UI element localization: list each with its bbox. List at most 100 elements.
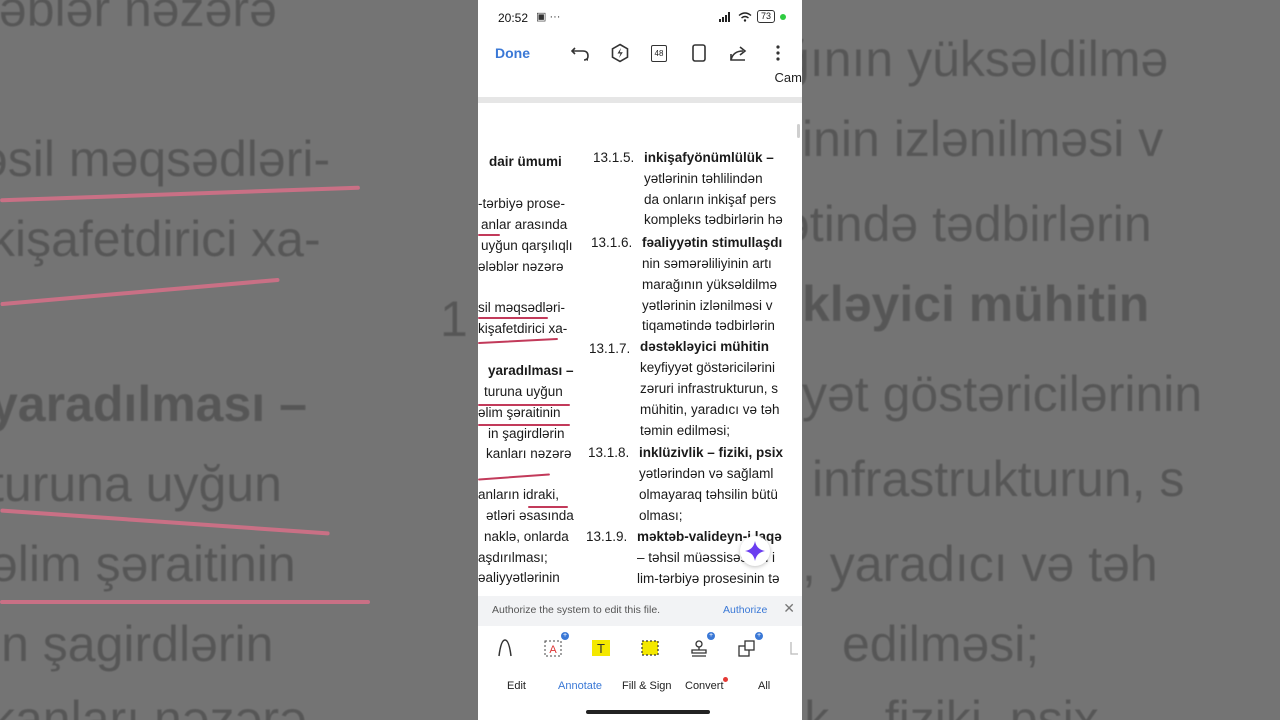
phone-screen: 20:52 ▣ ··· 73 Done 48 Cam dair ümumi -t…: [478, 0, 802, 720]
bg-dim-overlay: [802, 0, 1280, 720]
clause-text: yətlərinin təhlilindən: [644, 171, 763, 186]
ai-assistant-button[interactable]: [740, 536, 770, 566]
signal-icon: [718, 11, 730, 22]
doc-text: uyğun qarşılıqlı: [481, 238, 573, 253]
doc-text: ətləri əsasında: [486, 508, 574, 523]
clause-heading: dəstəkləyici mühitin: [640, 339, 770, 354]
doc-text: -tərbiyə prose-: [478, 196, 566, 211]
background-left: ələblər nəzərə əsil məqsədləri- kişafetd…: [0, 0, 478, 720]
doc-text: naklə, onlarda: [484, 529, 569, 544]
status-left-icons: ▣ ···: [536, 11, 561, 23]
doc-text: yaradılması –: [488, 363, 574, 378]
doc-text: dair ümumi: [489, 154, 562, 169]
doc-text: aşdırılması;: [478, 550, 548, 565]
clause-text: keyfiyyət göstəricilərini: [640, 360, 776, 375]
tab-all[interactable]: All: [758, 680, 770, 692]
area-highlight-tool-icon[interactable]: [638, 636, 662, 660]
page-count: 48: [651, 44, 667, 62]
editor-toolbar: Done 48: [478, 36, 802, 70]
doc-text: əlim şəraitinin: [478, 405, 561, 420]
page-count-icon[interactable]: 48: [648, 42, 670, 64]
ink-annotation[interactable]: [528, 506, 568, 508]
quick-action-icon[interactable]: [609, 42, 631, 64]
clause-text: da onların inkişaf pers: [644, 192, 777, 207]
close-icon[interactable]: ✕: [783, 600, 795, 617]
clause-text: yətlərindən və sağlaml: [639, 466, 774, 481]
home-indicator[interactable]: [586, 710, 710, 714]
doc-text: kanları nəzərə: [486, 446, 572, 461]
clause-text: olması;: [639, 508, 683, 523]
scrollbar-thumb[interactable]: [797, 124, 800, 138]
doc-text: əaliyyətlərinin: [478, 570, 560, 585]
svg-text:A: A: [549, 644, 557, 656]
badge-plus-icon: +: [561, 632, 569, 640]
more-tools-icon[interactable]: [784, 636, 802, 660]
clause-text: lim-tərbiyə prosesinin tə: [637, 571, 780, 586]
text-box-tool-icon[interactable]: A +: [541, 632, 569, 660]
previous-page-bottom: Cam: [478, 70, 802, 96]
clause-text: mühitin, yaradıcı və təh: [640, 402, 780, 417]
clause-text: kompleks tədbirlərin hə: [644, 212, 783, 227]
tab-annotate[interactable]: Annotate: [558, 680, 602, 692]
badge-plus-icon: +: [755, 632, 763, 640]
clause-heading: fəaliyyətin stimullaşdı: [642, 235, 783, 250]
sparkle-icon: [745, 541, 765, 561]
tab-convert[interactable]: Convert: [685, 680, 724, 692]
annotate-tools-row: A + T + +: [478, 628, 802, 670]
ink-annotation[interactable]: [478, 404, 570, 406]
clause-text: təmin edilməsi;: [640, 423, 731, 438]
clause-number: 13.1.5.: [593, 150, 635, 165]
ink-annotation[interactable]: [478, 473, 550, 481]
doc-text: sil məqsədləri-: [478, 300, 566, 315]
clause-number: 13.1.7.: [589, 341, 631, 356]
status-time: 20:52: [498, 11, 529, 25]
clause-text: tiqamətində tədbirlərin: [642, 318, 775, 333]
status-right-icons: 73: [718, 10, 786, 23]
more-options-icon[interactable]: [767, 42, 789, 64]
done-button[interactable]: Done: [495, 45, 530, 61]
ink-annotation[interactable]: [478, 424, 570, 426]
pen-tool-icon[interactable]: [493, 636, 517, 660]
tab-fill-sign[interactable]: Fill & Sign: [622, 680, 672, 692]
clause-text: marağının yüksəldilmə: [642, 277, 778, 292]
wifi-icon: [738, 11, 752, 22]
tab-edit[interactable]: Edit: [507, 680, 526, 692]
doc-text: kişafetdirici xa-: [478, 321, 568, 336]
text-highlight-tool-icon[interactable]: T: [589, 636, 613, 660]
ink-annotation[interactable]: [478, 337, 558, 345]
stamp-tool-icon[interactable]: +: [687, 632, 715, 660]
background-right: ğının yüksəldilmə inin izlənilməsi v əti…: [802, 0, 1280, 720]
clause-text: zəruri infrastrukturun, s: [640, 381, 779, 396]
document-page[interactable]: dair ümumi -tərbiyə prose- anlar arasınd…: [478, 104, 802, 594]
clause-heading: inklüzivlik – fiziki, psix: [639, 445, 784, 460]
page-separator: [478, 97, 802, 103]
undo-icon[interactable]: [570, 42, 592, 64]
clause-text: yətlərinin izlənilməsi v: [642, 298, 773, 313]
doc-text: ələblər nəzərə: [478, 259, 564, 274]
reader-mode-icon[interactable]: [688, 42, 710, 64]
clause-heading: inkişafyönümlülük –: [644, 150, 774, 165]
ink-annotation[interactable]: [478, 317, 548, 319]
status-bar: 20:52 ▣ ··· 73: [478, 0, 802, 34]
clause-number: 13.1.6.: [591, 235, 633, 250]
clause-text: olmayaraq təhsilin bütü: [639, 487, 778, 502]
notification-dot: [723, 677, 728, 682]
authorize-button[interactable]: Authorize: [723, 604, 767, 616]
privacy-dot-icon: [780, 13, 786, 20]
doc-text: anların idraki,: [478, 487, 560, 502]
clause-number: 13.1.8.: [588, 445, 630, 460]
share-icon[interactable]: [728, 42, 750, 64]
svg-text:T: T: [597, 641, 605, 656]
ink-annotation[interactable]: [478, 234, 500, 236]
page-fragment-text: Cam: [774, 70, 802, 85]
doc-text: turuna uyğun: [484, 384, 563, 399]
badge-plus-icon: +: [707, 632, 715, 640]
clause-number: 13.1.9.: [586, 529, 628, 544]
doc-text: anlar arasında: [481, 217, 568, 232]
doc-text: in şagirdlərin: [488, 426, 565, 441]
bg-dim-overlay: [0, 0, 478, 720]
clause-text: nin səmərəliliyinin artı: [642, 256, 772, 271]
battery-indicator: 73: [756, 10, 775, 23]
shapes-tool-icon[interactable]: +: [735, 632, 763, 660]
authorize-message: Authorize the system to edit this file.: [492, 604, 661, 616]
